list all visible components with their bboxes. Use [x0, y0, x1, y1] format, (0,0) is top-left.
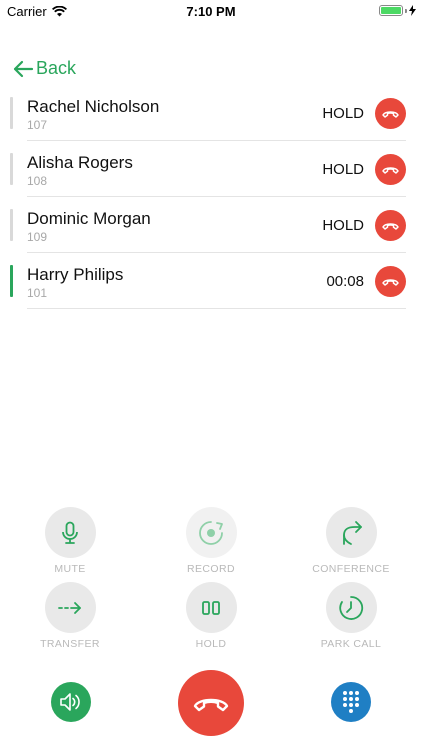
hang-up-icon: [193, 698, 229, 712]
pause-icon: [202, 600, 220, 615]
caller-name: Dominic Morgan: [27, 209, 151, 228]
end-call-button[interactable]: [375, 210, 406, 241]
park-call-button[interactable]: [325, 582, 377, 633]
divider: [27, 308, 406, 309]
hold-label: HOLD: [195, 638, 227, 650]
call-row[interactable]: Alisha Rogers 108 HOLD: [0, 141, 422, 197]
hang-up-icon: [382, 223, 399, 230]
hold-button[interactable]: [185, 582, 237, 633]
call-indicator: [10, 97, 13, 129]
call-row-active[interactable]: Harry Philips 101 00:08: [0, 253, 422, 309]
hang-up-icon: [382, 111, 399, 118]
hang-up-icon: [382, 167, 399, 174]
mute-button[interactable]: [44, 507, 96, 558]
call-list: Rachel Nicholson 107 HOLD Alisha Rogers …: [0, 85, 422, 309]
caller-extension: 109: [27, 230, 48, 244]
park-call-label: PARK CALL: [320, 638, 382, 650]
record-icon: [199, 520, 223, 545]
end-call-button[interactable]: [375, 98, 406, 129]
back-button[interactable]: Back: [12, 58, 76, 79]
status-time: 7:10 PM: [186, 4, 236, 19]
park-call-control: PARK CALL: [296, 582, 406, 650]
charging-icon: [409, 5, 416, 16]
call-status: HOLD: [322, 217, 364, 234]
hang-up-button[interactable]: [178, 670, 244, 736]
hold-control: HOLD: [156, 582, 266, 650]
merge-arrow-icon: [343, 520, 362, 545]
caller-name: Rachel Nicholson: [27, 97, 160, 116]
call-row[interactable]: Rachel Nicholson 107 HOLD: [0, 85, 422, 141]
microphone-icon: [62, 521, 78, 544]
status-bar: Carrier 7:10 PM: [0, 0, 422, 22]
caller-extension: 108: [27, 174, 48, 188]
caller-name: Harry Philips: [27, 265, 124, 284]
mute-label: MUTE: [54, 563, 86, 575]
transfer-label: TRANSFER: [40, 638, 100, 650]
hang-up-icon: [382, 279, 399, 286]
caller-extension: 101: [27, 286, 48, 300]
conference-control: CONFERENCE: [296, 507, 406, 575]
speaker-icon: [60, 693, 80, 711]
call-indicator: [10, 153, 13, 185]
keypad-button[interactable]: [331, 682, 371, 722]
caller-extension: 107: [27, 118, 48, 132]
active-call-indicator: [10, 265, 13, 297]
dialpad-icon: [343, 691, 359, 713]
mute-control: MUTE: [15, 507, 125, 575]
conference-label: CONFERENCE: [312, 563, 390, 575]
conference-button[interactable]: [325, 507, 377, 558]
battery-icon: [379, 5, 416, 16]
call-duration: 00:08: [326, 273, 364, 290]
call-status: HOLD: [322, 105, 364, 122]
caller-name: Alisha Rogers: [27, 153, 133, 172]
transfer-control: TRANSFER: [15, 582, 125, 650]
transfer-button[interactable]: [44, 582, 96, 633]
transfer-arrow-icon: [58, 601, 81, 614]
record-label: RECORD: [187, 563, 235, 575]
call-indicator: [10, 209, 13, 241]
record-button[interactable]: [185, 507, 237, 558]
timer-icon: [339, 595, 364, 620]
call-row[interactable]: Dominic Morgan 109 HOLD: [0, 197, 422, 253]
end-call-button[interactable]: [375, 154, 406, 185]
end-call-button[interactable]: [375, 266, 406, 297]
back-label: Back: [36, 58, 77, 78]
speaker-button[interactable]: [51, 682, 91, 722]
call-status: HOLD: [322, 161, 364, 178]
arrow-left-icon: [13, 60, 34, 77]
record-control: RECORD: [156, 507, 266, 575]
